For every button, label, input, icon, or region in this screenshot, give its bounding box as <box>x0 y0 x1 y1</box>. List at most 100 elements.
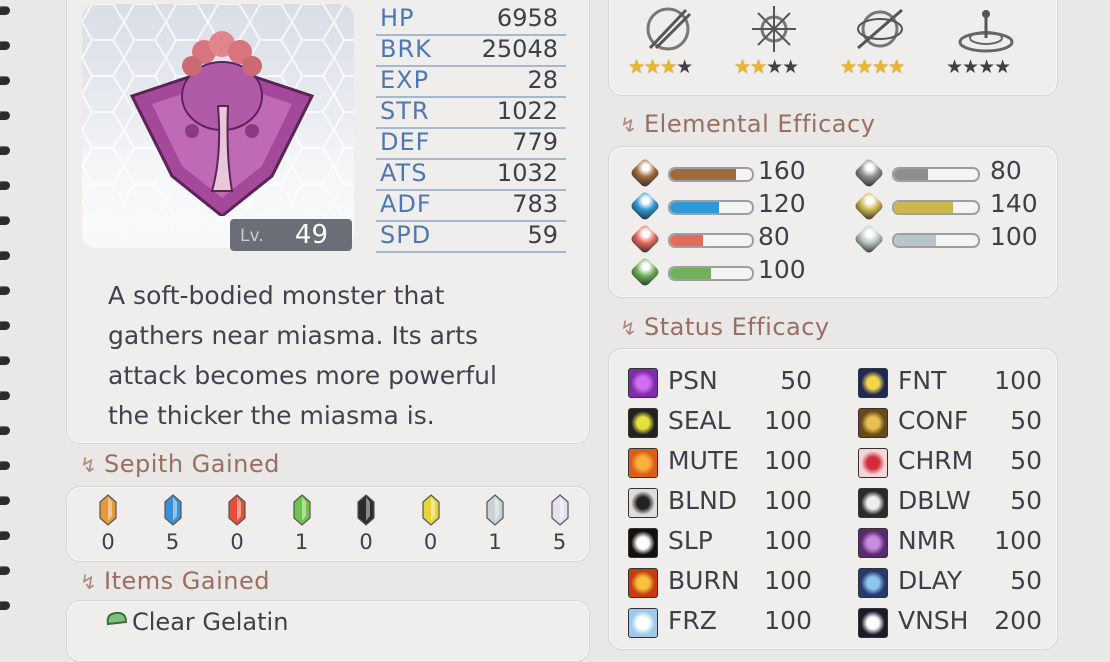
nightmare-icon <box>858 528 888 558</box>
binding-ring <box>0 251 10 260</box>
status-heading-text: Status Efficacy <box>644 313 830 341</box>
stat-value: 1032 <box>496 159 558 187</box>
description-line: attack becomes more powerful <box>108 361 497 390</box>
item-label[interactable]: Clear Gelatin <box>132 608 288 636</box>
status-value: 100 <box>764 446 812 475</box>
charm-icon <box>858 448 888 478</box>
level-value: 49 <box>294 220 328 250</box>
binding-ring <box>0 391 10 400</box>
status-name: BLND <box>668 486 738 515</box>
star-empty-icon: ★ <box>994 56 1011 78</box>
efficacy-bar-fill <box>670 202 720 213</box>
star-filled-icon: ★ <box>840 56 857 78</box>
status-value: 50 <box>1010 486 1042 515</box>
binding-ring <box>0 531 10 540</box>
items-heading-text: Items Gained <box>104 567 270 595</box>
efficacy-bar <box>668 233 754 248</box>
status-name: FRZ <box>668 606 717 635</box>
status-name: DLAY <box>898 566 963 595</box>
binding-ring <box>0 426 10 435</box>
binding-ring <box>0 461 10 470</box>
binding-ring <box>0 286 10 295</box>
stat-name: EXP <box>380 66 430 94</box>
swirl-icon: ↯ <box>620 113 638 137</box>
stat-value: 779 <box>512 128 558 156</box>
faint-icon <box>858 368 888 398</box>
star-filled-icon: ★ <box>750 56 767 78</box>
efficacy-bar <box>668 266 754 281</box>
mirage-sepith-icon <box>486 494 504 526</box>
status-name: CHRM <box>898 446 974 475</box>
level-label: Lv. <box>240 226 264 246</box>
binding-ring <box>0 566 10 575</box>
sepith-count: 0 <box>230 530 244 554</box>
efficacy-value: 100 <box>990 222 1038 251</box>
status-name: FNT <box>898 366 947 395</box>
deathblow-icon <box>858 488 888 518</box>
vanish-icon <box>858 608 888 638</box>
star-empty-icon: ★ <box>766 56 783 78</box>
stat-row: ADF 783 <box>376 190 566 222</box>
efficacy-value: 160 <box>758 156 806 185</box>
star-empty-icon: ★ <box>676 56 693 78</box>
seal-icon <box>628 408 658 438</box>
efficacy-value: 80 <box>758 222 790 251</box>
binding-ring <box>0 146 10 155</box>
sepith-count: 1 <box>294 530 309 554</box>
monster-sprite <box>129 31 315 216</box>
stat-value: 783 <box>512 190 558 218</box>
space-sepith-icon <box>421 494 440 526</box>
binding-ring <box>0 496 10 505</box>
efficacy-bar <box>668 167 754 182</box>
status-name: CONF <box>898 406 969 435</box>
sepith-heading-text: Sepith Gained <box>104 450 280 478</box>
star-filled-icon: ★ <box>872 56 889 78</box>
freeze-icon <box>628 608 658 638</box>
binding-ring <box>0 76 10 85</box>
status-name: BURN <box>668 566 740 595</box>
status-name: SLP <box>668 526 713 555</box>
efficacy-bar-fill <box>670 169 736 180</box>
blind-icon <box>628 488 658 518</box>
swirl-icon: ↯ <box>80 453 98 477</box>
sepith-count: 5 <box>165 530 180 554</box>
stat-name: ATS <box>380 159 428 187</box>
stat-name: DEF <box>380 128 431 156</box>
wind-sepith-icon <box>292 494 311 526</box>
status-value: 100 <box>764 566 812 595</box>
binding-ring <box>0 321 10 330</box>
efficacy-bar <box>892 167 980 182</box>
status-value: 50 <box>1010 406 1042 435</box>
stat-name: ADF <box>380 190 432 218</box>
star-filled-icon: ★ <box>856 56 873 78</box>
time-sepith-icon <box>357 494 375 526</box>
stat-row: BRK 25048 <box>376 35 566 67</box>
status-name: SEAL <box>668 406 731 435</box>
status-value: 100 <box>764 406 812 435</box>
status-name: NMR <box>898 526 956 555</box>
status-value: 50 <box>1010 566 1042 595</box>
status-name: PSN <box>668 366 718 395</box>
resistance-stars: ★★★★ <box>840 56 905 78</box>
gelatin-icon <box>106 611 128 626</box>
binding-ring <box>0 181 10 190</box>
status-value: 100 <box>764 606 812 635</box>
stat-row: EXP 28 <box>376 66 566 98</box>
efficacy-bar-fill <box>670 268 711 279</box>
mass-sepith-icon <box>550 494 569 526</box>
status-name: DBLW <box>898 486 971 515</box>
efficacy-bar <box>892 200 980 215</box>
elemental-heading: ↯ Elemental Efficacy <box>620 110 875 138</box>
status-value: 100 <box>764 526 812 555</box>
binding-ring <box>0 216 10 225</box>
efficacy-bar-fill <box>894 169 928 180</box>
efficacy-bar <box>892 233 980 248</box>
water-sepith-icon <box>163 494 182 526</box>
stat-value: 6958 <box>496 4 558 32</box>
notebook-binding <box>0 0 18 624</box>
pierce-resist-icon <box>857 8 903 50</box>
stat-row: DEF 779 <box>376 128 566 160</box>
star-empty-icon: ★ <box>978 56 995 78</box>
star-empty-icon: ★ <box>946 56 963 78</box>
star-filled-icon: ★ <box>628 56 645 78</box>
